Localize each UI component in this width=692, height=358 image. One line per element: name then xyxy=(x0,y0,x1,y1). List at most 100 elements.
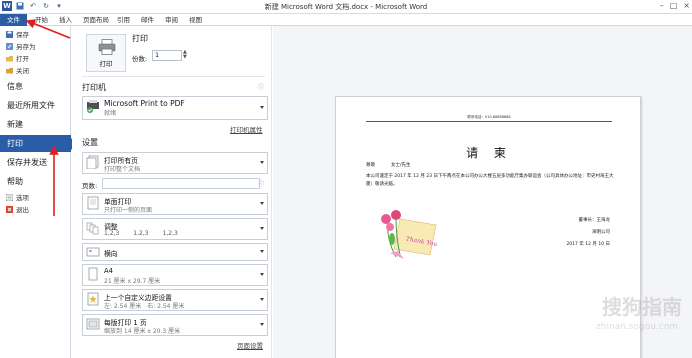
info-icon[interactable]: ⓘ xyxy=(258,82,264,91)
print-settings-panel: 打印 打印 份数: 1 ▲ ▼ 打印机 ⓘ Microsoft Print to … xyxy=(72,26,272,358)
paper-size-dropdown[interactable]: A4 21 厘米 x 29.7 厘米 xyxy=(82,264,268,286)
nav-exit[interactable]: 退出 xyxy=(6,204,29,214)
chevron-down-icon xyxy=(260,106,264,109)
tab-file[interactable]: 文件 xyxy=(0,14,27,26)
signature-date: 2017 年 12 月 10 日 xyxy=(566,242,610,247)
window-controls: – □ × xyxy=(660,1,690,10)
copies-spinner[interactable]: ▲ ▼ xyxy=(183,50,189,61)
signature-title: 董事长：王海龙 xyxy=(578,218,611,223)
copies-label: 份数: xyxy=(132,55,148,63)
nav-help[interactable]: 帮助 xyxy=(0,173,71,190)
collate-seq-3: 1,2,3 xyxy=(162,230,178,237)
collate-seq-1: 1,2,3 xyxy=(104,230,120,237)
nav-print[interactable]: 打印 xyxy=(0,135,77,152)
print-button[interactable]: 打印 xyxy=(86,34,126,72)
exit-icon xyxy=(6,205,13,213)
pages-per-sheet-sub: 缩放到 14 厘米 x 20.3 厘米 xyxy=(104,328,181,335)
nav-open[interactable]: 打开 xyxy=(6,53,29,63)
maximize-icon[interactable]: □ xyxy=(670,1,678,10)
print-preview: 联系电话：010-88888888 请 柬 尊敬 女士/先生 本公司谨定于 20… xyxy=(273,26,692,358)
tab-home[interactable]: 开始 xyxy=(32,14,51,26)
pages-icon xyxy=(86,155,99,169)
chevron-down-icon xyxy=(260,323,264,326)
ribbon-tabs: 文件 开始 插入 页面布局 引用 邮件 审阅 视图 xyxy=(0,14,692,26)
tab-page-layout[interactable]: 页面布局 xyxy=(80,14,112,26)
nav-close[interactable]: 关闭 xyxy=(6,65,29,75)
folder-open-icon xyxy=(6,55,13,62)
nav-save[interactable]: 保存 xyxy=(6,29,29,39)
title-bar: W ↶ ↻ ▾ 新建 Microsoft Word 文档.docx - Micr… xyxy=(0,0,692,14)
nav-close-label: 关闭 xyxy=(16,67,29,75)
nav-options[interactable]: 选项 xyxy=(5,192,29,202)
paper-size-icon xyxy=(88,267,98,281)
sides-dropdown[interactable]: 单面打印 只打印一侧的页面 xyxy=(82,193,268,215)
print-section-title: 打印 xyxy=(132,34,148,43)
preview-page: 联系电话：010-88888888 请 柬 尊敬 女士/先生 本公司谨定于 20… xyxy=(335,96,641,358)
printer-properties-link[interactable]: 打印机属性 xyxy=(230,124,263,134)
greeting: 尊敬 女士/先生 xyxy=(366,162,411,168)
printer-status: 就绪 xyxy=(104,110,117,117)
print-range-sub: 打印整个文档 xyxy=(104,166,141,173)
collate-icon xyxy=(86,222,99,235)
orientation-title: 横向 xyxy=(104,250,118,258)
nav-exit-label: 退出 xyxy=(16,206,29,214)
paper-size-title: A4 xyxy=(104,267,113,275)
orientation-dropdown[interactable]: 横向 xyxy=(82,243,268,261)
tab-review[interactable]: 审阅 xyxy=(162,14,181,26)
one-sided-icon xyxy=(87,196,99,210)
chevron-down-icon xyxy=(260,273,264,276)
pages-input[interactable] xyxy=(102,178,260,189)
close-icon[interactable]: × xyxy=(683,1,690,10)
paper-size-sub: 21 厘米 x 29.7 厘米 xyxy=(104,278,161,285)
tab-view[interactable]: 视图 xyxy=(186,14,205,26)
backstage-nav: 保存 另存为 打开 关闭 信息 最近所用文件 新建 打印 保存并发送 帮助 选项… xyxy=(0,26,77,358)
nav-new[interactable]: 新建 xyxy=(0,116,71,133)
invitation-title: 请 柬 xyxy=(466,146,512,160)
signature-company: 海明公司 xyxy=(592,230,610,235)
watermark: 搜狗指南 xyxy=(602,295,682,319)
nav-options-label: 选项 xyxy=(16,194,29,202)
copies-input[interactable]: 1 xyxy=(152,50,182,61)
printer-section-title: 打印机 xyxy=(82,83,106,92)
watermark-url: zhinan.sogou.com xyxy=(596,322,678,332)
page-setup-link[interactable]: 页面设置 xyxy=(237,340,263,350)
header-rule xyxy=(366,121,612,122)
folder-close-icon xyxy=(6,67,13,74)
greeting-salutation: 尊敬 xyxy=(366,163,375,168)
chevron-down-icon xyxy=(260,161,264,164)
margins-sub: 左: 2.54 厘米 右: 2.54 厘米 xyxy=(104,303,185,310)
nav-recent[interactable]: 最近所用文件 xyxy=(0,97,71,114)
save-icon xyxy=(6,30,13,38)
invitation-body: 本公司谨定于 2017 年 12 月 23 日下午两点在本公司办公大楼五层多功能… xyxy=(366,174,614,187)
printer-icon xyxy=(98,39,116,55)
tab-insert[interactable]: 插入 xyxy=(56,14,75,26)
margins-icon xyxy=(87,292,99,306)
tab-references[interactable]: 引用 xyxy=(114,14,133,26)
pages-per-sheet-dropdown[interactable]: 每版打印 1 页 缩放到 14 厘米 x 20.3 厘米 xyxy=(82,314,268,336)
printer-ready-icon xyxy=(87,100,99,113)
nav-save-send[interactable]: 保存并发送 xyxy=(0,154,71,171)
chevron-down-icon xyxy=(260,202,264,205)
greeting-title: 女士/先生 xyxy=(391,163,411,168)
save-as-icon xyxy=(6,42,13,50)
options-icon xyxy=(5,193,14,201)
nav-open-label: 打开 xyxy=(16,55,29,63)
sides-sub: 只打印一侧的页面 xyxy=(104,207,153,214)
nav-info[interactable]: 信息 xyxy=(0,78,71,95)
chevron-down-icon xyxy=(260,227,264,230)
print-range-dropdown[interactable]: 打印所有页 打印整个文档 xyxy=(82,152,268,174)
printer-dropdown[interactable]: Microsoft Print to PDF 就绪 xyxy=(82,96,268,120)
printer-name: Microsoft Print to PDF xyxy=(104,99,185,108)
chevron-down-icon xyxy=(260,250,264,253)
flower-card-illustration: Thank You xyxy=(381,210,438,259)
nav-save-as[interactable]: 另存为 xyxy=(6,41,36,51)
collate-dropdown[interactable]: 调整 1,2,3 1,2,3 1,2,3 xyxy=(82,218,268,240)
landscape-icon xyxy=(86,247,100,257)
minimize-icon[interactable]: – xyxy=(660,1,664,10)
print-button-label: 打印 xyxy=(99,60,113,68)
tab-mailings[interactable]: 邮件 xyxy=(138,14,157,26)
pages-per-sheet-icon xyxy=(86,318,100,330)
collate-seq-2: 1,2,3 xyxy=(133,230,149,237)
margins-dropdown[interactable]: 上一个自定义边距设置 左: 2.54 厘米 右: 2.54 厘米 xyxy=(82,289,268,311)
info-icon[interactable]: ⓘ xyxy=(258,179,264,188)
